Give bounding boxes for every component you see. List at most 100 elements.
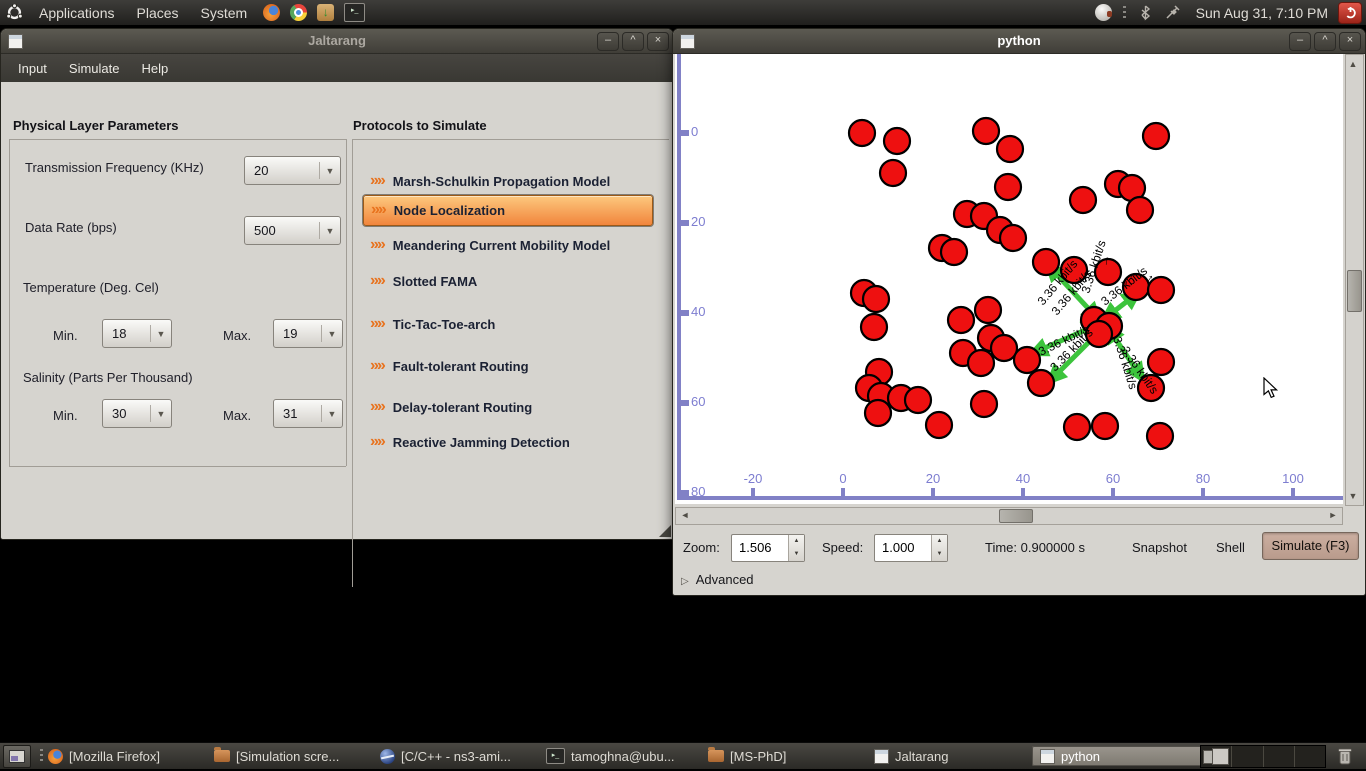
taskbar-item[interactable]: [MS-PhD] [700,746,794,766]
network-node[interactable] [861,314,887,340]
network-node[interactable] [865,400,891,426]
menu-system[interactable]: System [190,0,259,25]
workspace-cell[interactable] [1264,746,1295,767]
protocol-item[interactable]: »»Reactive Jamming Detection [363,428,651,457]
taskbar-item[interactable]: [C/C++ - ns3-ami... [372,746,519,766]
network-node[interactable] [968,350,994,376]
menu-places[interactable]: Places [126,0,190,25]
sal-min-combo[interactable]: 30 ▼ [102,399,172,428]
close-button[interactable]: × [1339,32,1361,51]
spin-up-icon[interactable]: ▲ [789,535,804,548]
network-node[interactable] [995,174,1021,200]
network-node[interactable] [880,160,906,186]
chrome-icon[interactable] [290,4,307,21]
ubuntu-logo-icon[interactable] [6,4,23,21]
network-node[interactable] [1148,349,1174,375]
network-node[interactable] [975,297,1001,323]
menu-simulate[interactable]: Simulate [58,61,131,76]
network-node[interactable] [997,136,1023,162]
trash-icon[interactable] [1336,746,1354,771]
zoom-spinbox[interactable]: 1.506 ▲▼ [731,534,805,562]
taskbar-item[interactable]: python [1032,746,1210,766]
temp-max-combo[interactable]: 19 ▼ [273,319,343,348]
temp-min-combo[interactable]: 18 ▼ [102,319,172,348]
minimize-button[interactable]: – [1289,32,1311,51]
network-node[interactable] [1033,249,1059,275]
advanced-expander[interactable]: ▷Advanced [681,572,754,587]
menu-input[interactable]: Input [7,61,58,76]
freq-combo[interactable]: 20 ▼ [244,156,341,185]
protocol-item[interactable]: »»Marsh-Schulkin Propagation Model [363,167,651,196]
workspace-cell[interactable] [1201,746,1232,767]
vertical-scrollbar[interactable]: ▲ ▼ [1345,54,1364,506]
network-node[interactable] [973,118,999,144]
network-node[interactable] [849,120,875,146]
network-node[interactable] [1127,197,1153,223]
network-node[interactable] [1014,347,1040,373]
network-node[interactable] [948,307,974,333]
network-node[interactable] [1064,414,1090,440]
horizontal-scrollbar[interactable]: ◄ ► [675,507,1343,525]
network-node[interactable] [1070,187,1096,213]
protocol-item[interactable]: »»Tic-Tac-Toe-arch [363,310,651,339]
protocol-item[interactable]: »»Meandering Current Mobility Model [363,231,651,260]
workspace-cell[interactable] [1232,746,1263,767]
menu-applications[interactable]: Applications [28,0,126,25]
network-node[interactable] [1092,413,1118,439]
scroll-left-icon[interactable]: ◄ [678,508,692,522]
snapshot-button[interactable]: Snapshot [1132,540,1187,555]
network-icon[interactable] [1164,4,1181,21]
menu-help[interactable]: Help [131,61,180,76]
taskbar-item[interactable]: [Simulation scre... [206,746,347,766]
resize-grip[interactable] [659,525,671,537]
horizontal-scroll-thumb[interactable] [999,509,1033,523]
software-updater-icon[interactable]: ↓ [317,4,334,21]
network-node[interactable] [926,412,952,438]
taskbar-item[interactable]: [Mozilla Firefox] [40,746,168,766]
workspace-switcher[interactable] [1200,745,1326,768]
taskbar-item[interactable]: Jaltarang [866,746,956,766]
panel-clock[interactable]: Sun Aug 31, 7:10 PM [1186,5,1338,21]
vertical-scroll-thumb[interactable] [1347,270,1362,312]
spin-down-icon[interactable]: ▼ [932,548,947,561]
simulate-button[interactable]: Simulate (F3) [1262,532,1359,560]
scroll-down-icon[interactable]: ▼ [1346,489,1360,503]
network-node[interactable] [1000,225,1026,251]
show-desktop-button[interactable] [3,745,31,768]
python-titlebar[interactable]: python – ^ × [673,29,1365,54]
spin-up-icon[interactable]: ▲ [932,535,947,548]
close-button[interactable]: × [647,32,669,51]
network-node[interactable] [884,128,910,154]
network-node[interactable] [905,387,931,413]
spin-down-icon[interactable]: ▼ [789,548,804,561]
maximize-button[interactable]: ^ [1314,32,1336,51]
network-node[interactable] [991,335,1017,361]
protocol-item[interactable]: »»Slotted FAMA [363,267,651,296]
network-node[interactable] [863,286,889,312]
shell-button[interactable]: Shell [1216,540,1245,555]
taskbar-item[interactable]: ▸_tamoghna@ubu... [538,746,683,766]
power-icon[interactable] [1338,2,1362,24]
bluetooth-icon[interactable] [1137,4,1154,21]
network-node[interactable] [1147,423,1173,449]
speed-spinbox[interactable]: 1.000 ▲▼ [874,534,948,562]
plot-canvas[interactable]: 3.36 kbit/s3.36 kbit/s3.36 kbit/s3.36 kb… [675,54,1343,504]
firefox-icon[interactable] [263,4,280,21]
volume-icon[interactable] [1095,4,1112,21]
protocol-item[interactable]: »»Delay-tolerant Routing [363,393,651,422]
workspace-cell[interactable] [1295,746,1325,767]
scroll-up-icon[interactable]: ▲ [1346,57,1360,71]
datarate-combo[interactable]: 500 ▼ [244,216,341,245]
network-node[interactable] [971,391,997,417]
network-node[interactable] [1143,123,1169,149]
network-node[interactable] [1028,370,1054,396]
protocol-item[interactable]: »»Fault-tolerant Routing [363,352,651,381]
terminal-icon[interactable]: ▸_ [344,3,365,22]
jaltarang-titlebar[interactable]: Jaltarang – ^ × [1,29,673,54]
minimize-button[interactable]: – [597,32,619,51]
scroll-right-icon[interactable]: ► [1326,508,1340,522]
protocol-item[interactable]: »»Node Localization [363,195,653,226]
network-node[interactable] [941,239,967,265]
sal-max-combo[interactable]: 31 ▼ [273,399,343,428]
maximize-button[interactable]: ^ [622,32,644,51]
